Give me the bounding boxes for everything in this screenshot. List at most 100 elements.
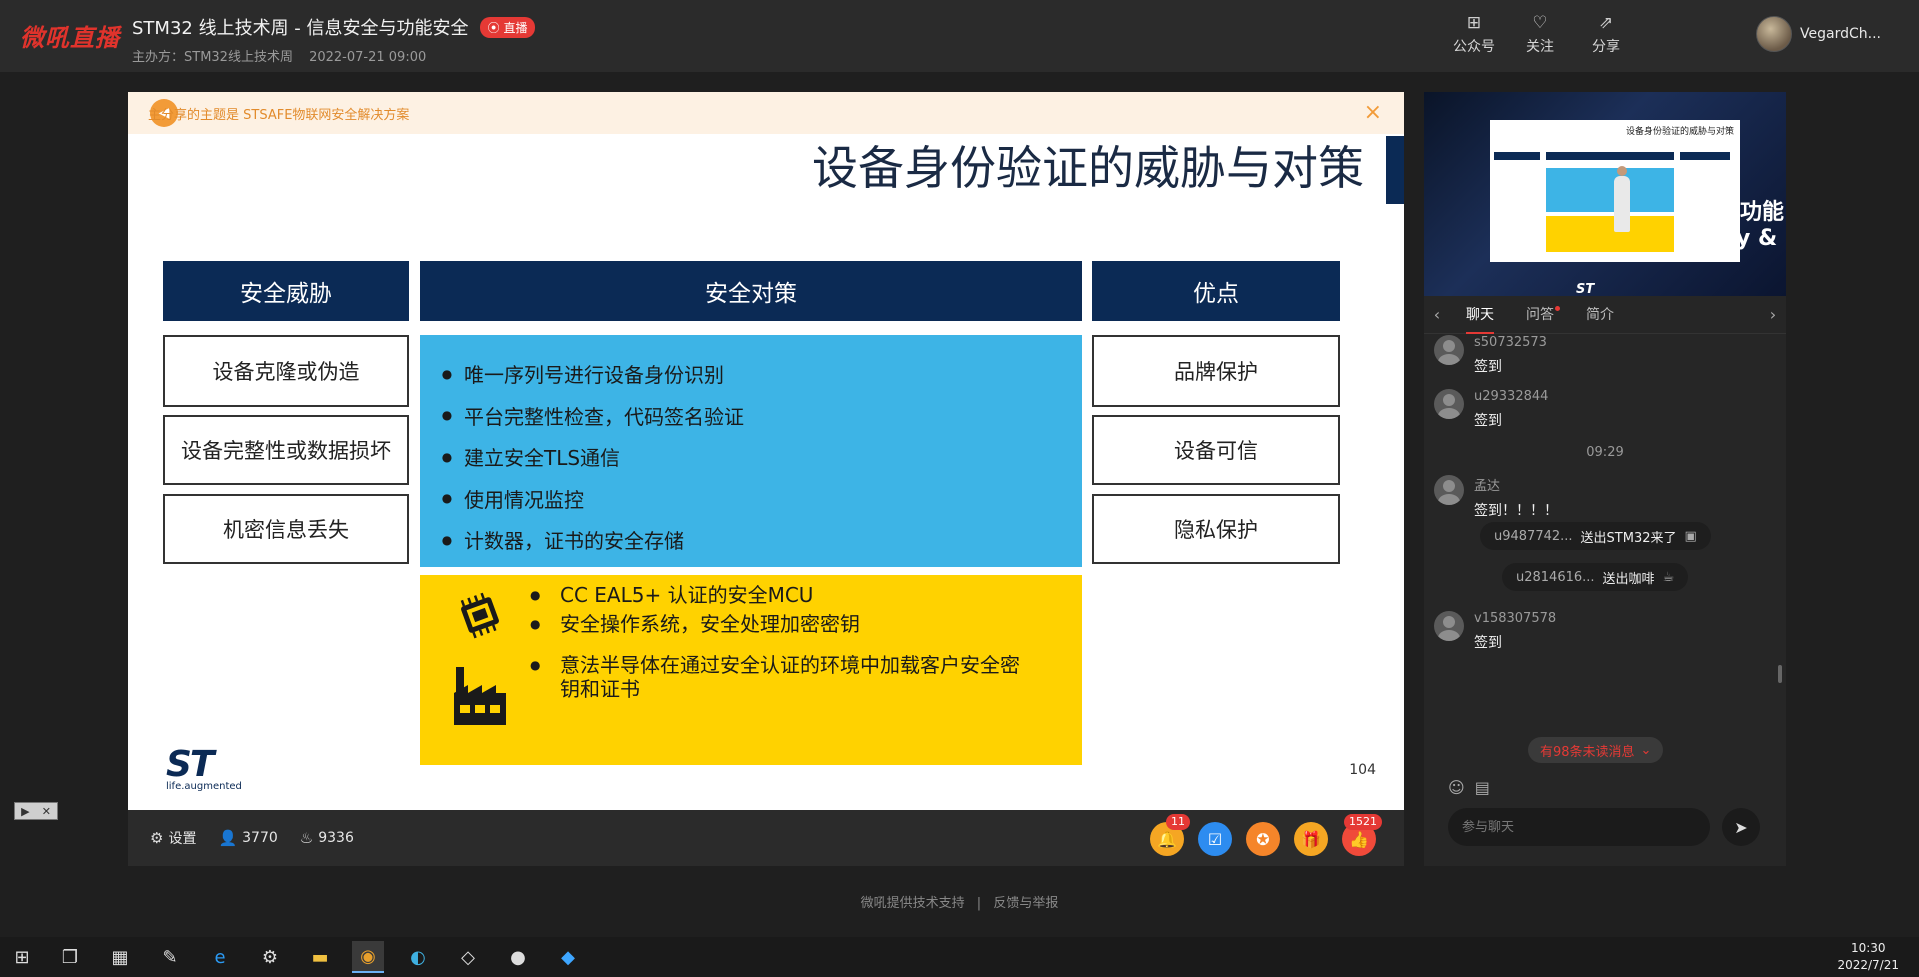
unread-messages-button[interactable]: 有98条未读消息 ⌄ bbox=[1528, 737, 1664, 763]
gift-action: 送出STM32来了 bbox=[1580, 530, 1677, 546]
event-meta: 主办方：STM32线上技术周 2022-07-21 09:00 bbox=[132, 46, 535, 65]
slide-title-accent bbox=[1386, 136, 1404, 204]
checklist-icon: ☑ bbox=[1207, 829, 1223, 849]
signin-button[interactable]: ☑ bbox=[1198, 822, 1232, 856]
follow-label: 关注 bbox=[1526, 39, 1554, 55]
settings-label: 设置 bbox=[168, 831, 197, 847]
tech-support-link[interactable]: 微吼提供技术支持 bbox=[861, 896, 965, 911]
follow-button[interactable]: ♡ 关注 bbox=[1517, 14, 1563, 56]
task-view-icon[interactable]: ❐ bbox=[54, 941, 86, 973]
event-title: STM32 线上技术周 - 信息安全与功能安全 bbox=[132, 18, 469, 39]
stage-backdrop-text: 与功能 ity & bbox=[1718, 200, 1784, 252]
close-icon[interactable]: × bbox=[1364, 100, 1382, 125]
header-actions: ⊞ 公众号 ♡ 关注 ⇗ 分享 bbox=[1451, 14, 1629, 56]
live-badge-label: 直播 bbox=[503, 20, 528, 35]
edge-icon[interactable]: ◐ bbox=[402, 941, 434, 973]
taskbar: ⊞ ❐ ▦ ✎ e ⚙ ▬ ◉ ◐ ◇ ● ◆ 10:30 2022/7/21 bbox=[0, 937, 1919, 977]
chevron-down-icon: ⌄ bbox=[1640, 742, 1652, 758]
report-link[interactable]: 反馈与举报 bbox=[993, 896, 1058, 911]
windows-start-icon[interactable]: ⊞ bbox=[6, 941, 38, 973]
countermeasure-text: 平台完整性检查，代码签名验证 bbox=[464, 404, 744, 429]
hardware-item-cont: 钥和证书 bbox=[530, 677, 640, 702]
avatar bbox=[1434, 611, 1464, 641]
app-icon[interactable]: ◇ bbox=[452, 941, 484, 973]
chat-scrollbar[interactable] bbox=[1778, 665, 1782, 683]
chevron-right-icon[interactable]: › bbox=[1760, 305, 1786, 324]
app-logo[interactable]: 微吼直播 bbox=[20, 18, 120, 53]
official-account-button[interactable]: ⊞ 公众号 bbox=[1451, 14, 1497, 56]
file-explorer-icon[interactable]: ▬ bbox=[304, 941, 336, 973]
chip-icon bbox=[460, 592, 499, 639]
chat-text: 签到 bbox=[1474, 635, 1502, 651]
chat-message: s50732573 签到 bbox=[1434, 335, 1547, 376]
avatar bbox=[1434, 475, 1464, 505]
header-countermeasures: 安全对策 bbox=[420, 261, 1082, 321]
image-icon[interactable]: ▤ bbox=[1475, 778, 1490, 797]
countermeasure-item: ● 唯一序列号进行设备身份识别 bbox=[430, 353, 1082, 395]
unread-dot bbox=[1555, 305, 1560, 311]
countermeasure-item: ● 使用情况监控 bbox=[430, 478, 1082, 520]
heat-count: ♨ 9336 bbox=[300, 829, 354, 847]
top-bar: 微吼直播 STM32 线上技术周 - 信息安全与功能安全 ⦿ 直播 主办方：ST… bbox=[0, 0, 1919, 72]
avatar bbox=[1756, 16, 1793, 52]
avatar bbox=[1434, 389, 1464, 419]
chat-message: v158307578 签到 bbox=[1434, 611, 1556, 652]
lottery-button[interactable]: ✪ bbox=[1246, 822, 1280, 856]
chevron-left-icon[interactable]: ‹ bbox=[1424, 305, 1450, 324]
countermeasure-list: ● 唯一序列号进行设备身份识别 ● 平台完整性检查，代码签名验证 ● 建立安全TLS通… bbox=[420, 335, 1082, 567]
tab-qa[interactable]: 问答 bbox=[1526, 296, 1560, 334]
tab-intro[interactable]: 简介 bbox=[1586, 296, 1614, 334]
settings-button[interactable]: ⚙ 设置 bbox=[150, 828, 196, 848]
share-icon: ⇗ bbox=[1598, 13, 1614, 33]
st-logo: ST life.augmented bbox=[166, 744, 242, 792]
app-icon[interactable]: ◆ bbox=[552, 941, 584, 973]
presenter-video[interactable]: 设备身份验证的威胁与对策 与功能 ity & ST bbox=[1424, 92, 1786, 296]
chat-input[interactable] bbox=[1448, 808, 1710, 846]
chat-user: v158307578 bbox=[1474, 611, 1557, 626]
viewer-count-value: 3770 bbox=[242, 830, 278, 846]
compass-icon: ✪ bbox=[1256, 829, 1270, 849]
heat-count-value: 9336 bbox=[318, 830, 354, 846]
hardware-item: ● 安全操作系统，安全处理加密密钥 bbox=[530, 612, 860, 636]
user-name: VegardCh... bbox=[1800, 26, 1881, 42]
hardware-text: 意法半导体在通过安全认证的环境中加载客户安全密 bbox=[560, 653, 1020, 677]
slide-page-number: 104 bbox=[1349, 762, 1376, 778]
gift-icon: 🎁 bbox=[1301, 829, 1321, 849]
chat-list[interactable]: s50732573 签到 u29332844 签到 09:29 孟达 签到！！！！ u… bbox=[1424, 335, 1786, 767]
gift-notice: u2814616... 送出咖啡 ☕ bbox=[1502, 563, 1689, 591]
like-button[interactable]: 👍 1521 bbox=[1342, 814, 1382, 856]
emoji-icon[interactable]: ☺ bbox=[1448, 778, 1465, 797]
chat-user: 孟达 bbox=[1474, 479, 1501, 494]
thumbs-up-icon: 👍 bbox=[1349, 829, 1369, 849]
calculator-icon[interactable]: ▦ bbox=[104, 941, 136, 973]
chat-text: 签到 bbox=[1474, 359, 1502, 375]
qrcode-icon: ⊞ bbox=[1466, 13, 1482, 33]
share-button[interactable]: ⇗ 分享 bbox=[1583, 14, 1629, 56]
player: ◀ 主分享的主题是 STSAFE物联网安全解决方案 × 设备身份验证的威胁与对策… bbox=[128, 92, 1404, 866]
tab-chat[interactable]: 聊天 bbox=[1466, 296, 1494, 334]
hardware-item: ● 意法半导体在通过安全认证的环境中加载客户安全密 bbox=[530, 653, 1020, 677]
microphone-app-icon[interactable]: ✎ bbox=[154, 941, 186, 973]
chat-tools: ☺ ▤ bbox=[1448, 778, 1490, 797]
hardware-text: 钥和证书 bbox=[560, 677, 640, 701]
side-panel: 设备身份验证的威胁与对策 与功能 ity & ST ‹ 聊天 问答 简介 › s… bbox=[1424, 92, 1786, 866]
notification-button[interactable]: 🔔 11 bbox=[1150, 814, 1190, 856]
gift-button[interactable]: 🎁 bbox=[1294, 822, 1328, 856]
rf-app-icon[interactable]: ● bbox=[502, 941, 534, 973]
system-clock[interactable]: 10:30 2022/7/21 bbox=[1837, 940, 1899, 974]
chat-user: u29332844 bbox=[1474, 389, 1549, 404]
footer-divider: | bbox=[976, 896, 982, 911]
video-slide-header bbox=[1546, 152, 1674, 160]
clock-date: 2022/7/21 bbox=[1837, 958, 1899, 972]
side-tabs: ‹ 聊天 问答 简介 › bbox=[1424, 296, 1786, 334]
stage-st-logo: ST bbox=[1576, 282, 1595, 296]
user-menu[interactable]: VegardCh... bbox=[1756, 16, 1881, 52]
video-slide-header bbox=[1680, 152, 1730, 160]
live-icon: ⦿ bbox=[487, 20, 500, 35]
send-button[interactable]: ➤ bbox=[1722, 808, 1760, 846]
ad-badge[interactable]: ▶ ✕ bbox=[14, 802, 58, 820]
settings-app-icon[interactable]: ⚙ bbox=[254, 941, 286, 973]
ie-browser-icon[interactable]: e bbox=[204, 941, 236, 973]
st-logo-mark: ST bbox=[166, 744, 214, 785]
chrome-icon[interactable]: ◉ bbox=[352, 941, 384, 973]
